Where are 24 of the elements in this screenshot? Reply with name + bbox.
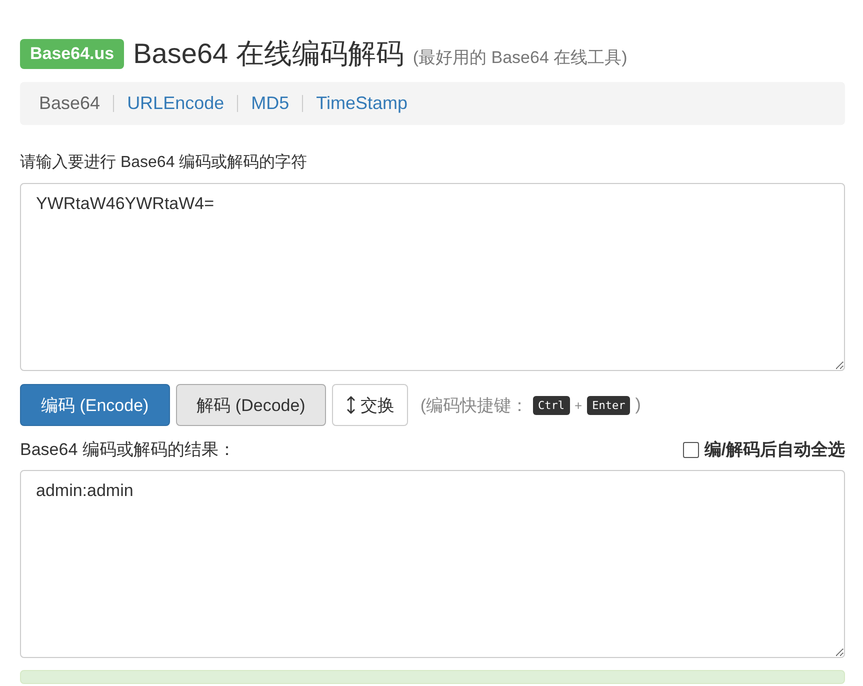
enter-key: Enter — [587, 396, 630, 414]
logo-badge: Base64.us — [20, 39, 124, 69]
checkbox-label: 编/解码后自动全选 — [704, 439, 845, 461]
decode-button[interactable]: 解码 (Decode) — [176, 384, 326, 426]
shortcut-hint: (编码快捷键： — [420, 394, 528, 416]
checkbox[interactable] — [683, 442, 700, 458]
nav-link[interactable]: TimeStamp — [316, 93, 408, 114]
swap-label: 交换 — [360, 394, 394, 416]
page-title: Base64 在线编码解码 — [133, 37, 404, 71]
up-down-arrow-icon — [346, 396, 356, 414]
output-field[interactable]: admin:admin — [20, 470, 845, 658]
shortcut-hint-end: ) — [635, 395, 641, 415]
nav-link[interactable]: Base64 — [39, 93, 100, 114]
ctrl-key: Ctrl — [533, 396, 570, 414]
output-label: Base64 编码或解码的结果： — [20, 439, 236, 461]
auto-select-option[interactable]: 编/解码后自动全选 — [683, 438, 845, 461]
input-label: 请输入要进行 Base64 编码或解码的字符 — [20, 152, 308, 173]
nav-link[interactable]: URLEncode — [127, 93, 224, 114]
encode-button[interactable]: 编码 (Encode) — [20, 384, 170, 426]
input-field[interactable]: YWRtaW46YWRtaW4= — [20, 183, 845, 371]
swap-button[interactable]: 交换 — [332, 384, 408, 426]
nav-link[interactable]: MD5 — [251, 93, 290, 114]
page-subtitle: (最好用的 Base64 在线工具) — [412, 46, 628, 68]
plus-sign: + — [574, 398, 582, 412]
